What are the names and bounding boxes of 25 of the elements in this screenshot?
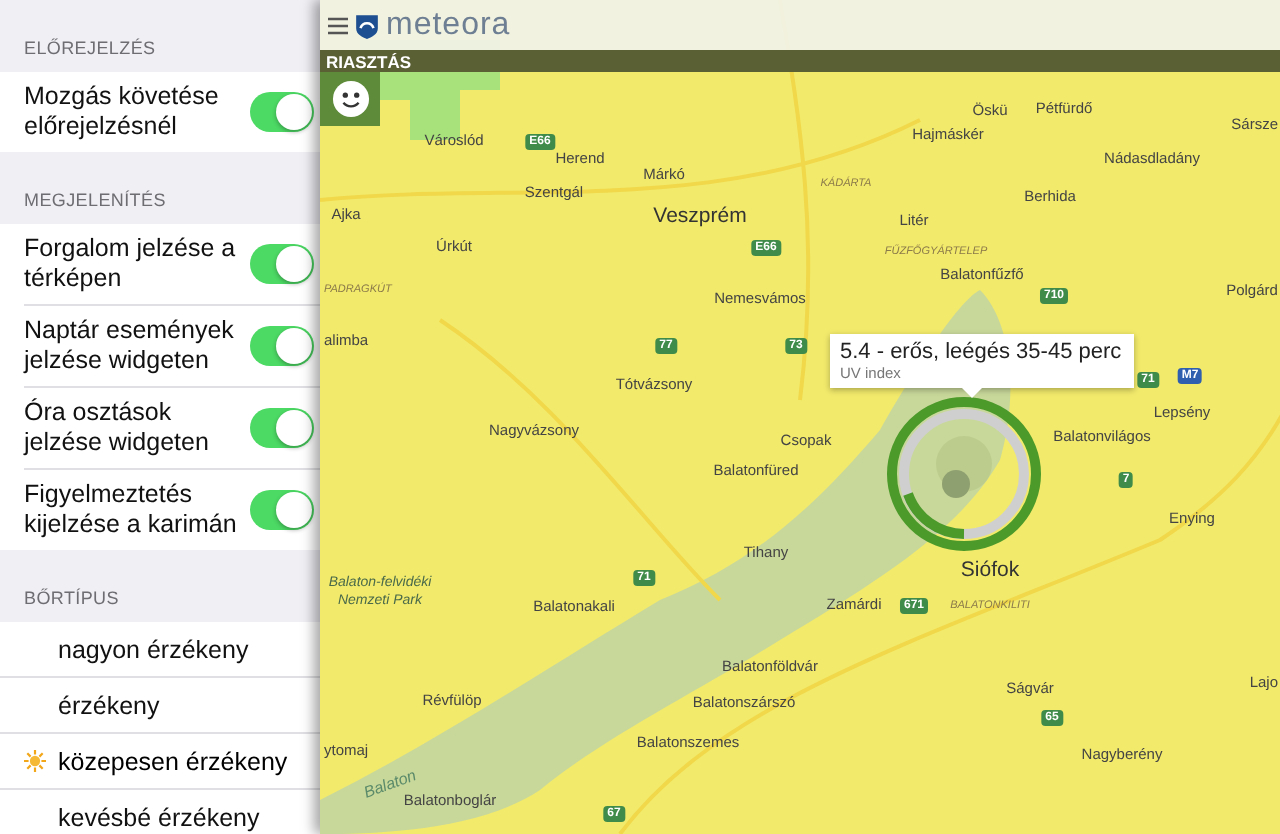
brand-name: meteora xyxy=(386,7,511,43)
toggle-switch[interactable] xyxy=(250,244,314,284)
setting-label: Naptár események jelzése widgeten xyxy=(24,316,236,376)
setting-label: Figyelmeztetés kijelzése a karimán xyxy=(24,480,239,540)
menu-icon[interactable] xyxy=(328,15,348,35)
setting-label: Óra osztások jelzése widgeten xyxy=(24,398,211,458)
uv-ring-drawing[interactable] xyxy=(884,394,1044,554)
skin-type-option[interactable]: kevésbé érzékeny xyxy=(0,790,320,834)
toggle-switch[interactable] xyxy=(250,92,314,132)
city-label: Veszprém xyxy=(653,204,747,228)
section-header: ELŐREJELZÉS xyxy=(22,36,158,62)
section-header: BŐRTÍPUS xyxy=(22,586,121,612)
uv-value-text: 5.4 - erős, leégés 35-45 perc xyxy=(840,340,1122,364)
setting-label: Forgalom jelzése a térképen xyxy=(24,234,238,294)
city-label: Siófok xyxy=(960,558,1020,582)
alert-title: RIASZTÁS xyxy=(326,51,411,71)
toggle-switch[interactable] xyxy=(250,490,314,530)
sun-icon xyxy=(24,750,46,772)
alert-status-panel[interactable] xyxy=(320,72,380,126)
smiley-icon xyxy=(331,80,369,118)
toggle-switch[interactable] xyxy=(250,408,314,448)
shield-logo-icon xyxy=(354,11,380,39)
section-header: MEGJELENÍTÉS xyxy=(22,188,168,214)
setting-label: Mozgás követése előrejelzésnél xyxy=(24,82,221,142)
toggle-switch[interactable] xyxy=(250,326,314,366)
